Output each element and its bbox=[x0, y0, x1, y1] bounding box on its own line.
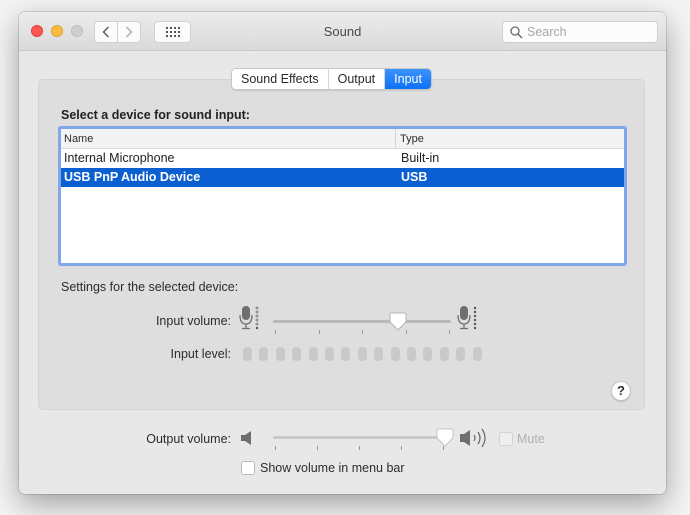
table-header: Name Type bbox=[61, 129, 624, 149]
input-level-label: Input level: bbox=[170, 347, 231, 361]
input-level-segment bbox=[472, 347, 482, 361]
input-level-segment bbox=[423, 347, 433, 361]
column-header-type[interactable]: Type bbox=[396, 129, 424, 148]
device-section-label: Select a device for sound input: bbox=[61, 108, 250, 122]
input-level-segment bbox=[259, 347, 269, 361]
input-level-segment bbox=[439, 347, 449, 361]
microphone-high-icon bbox=[457, 306, 477, 330]
device-name: Internal Microphone bbox=[64, 151, 175, 165]
input-level-segment bbox=[308, 347, 318, 361]
output-volume-thumb[interactable] bbox=[436, 428, 454, 447]
input-volume-slider[interactable] bbox=[273, 320, 451, 323]
search-field[interactable] bbox=[502, 21, 658, 43]
device-type: USB bbox=[401, 170, 428, 184]
settings-label: Settings for the selected device: bbox=[61, 280, 239, 294]
microphone-low-icon bbox=[239, 306, 259, 330]
speaker-high-icon bbox=[460, 428, 486, 448]
table-row-selected[interactable]: USB PnP Audio Device USB bbox=[61, 168, 624, 187]
input-level-segment bbox=[456, 347, 466, 361]
output-volume-slider[interactable] bbox=[273, 436, 445, 439]
column-header-name[interactable]: Name bbox=[61, 129, 396, 148]
help-button[interactable]: ? bbox=[611, 381, 631, 401]
device-table[interactable]: Name Type Internal Microphone Built-in U… bbox=[58, 126, 627, 266]
tab-input[interactable]: Input bbox=[385, 69, 431, 89]
device-type: Built-in bbox=[401, 151, 440, 165]
slider-tick bbox=[359, 446, 360, 450]
slider-tick bbox=[317, 446, 318, 450]
show-volume-label: Show volume in menu bar bbox=[260, 461, 405, 475]
slider-tick bbox=[318, 330, 320, 334]
slider-tick bbox=[362, 330, 363, 334]
sound-preferences-window: Sound Sound Effects Output Input Select … bbox=[19, 12, 666, 494]
input-level-segment bbox=[325, 347, 334, 361]
input-level-segment bbox=[243, 347, 252, 361]
input-level-segment bbox=[292, 347, 302, 361]
output-volume-label: Output volume: bbox=[146, 432, 231, 446]
tab-sound-effects[interactable]: Sound Effects bbox=[232, 69, 329, 89]
slider-tick bbox=[275, 446, 276, 450]
input-level-segment bbox=[275, 347, 285, 361]
input-level-segment bbox=[374, 347, 384, 361]
show-volume-checkbox[interactable] bbox=[241, 461, 255, 475]
slider-tick bbox=[449, 330, 450, 334]
mute-checkbox[interactable] bbox=[499, 432, 513, 446]
search-icon bbox=[510, 25, 523, 39]
search-input[interactable] bbox=[527, 25, 647, 39]
table-row[interactable]: Internal Microphone Built-in bbox=[61, 149, 624, 168]
input-level-segment bbox=[357, 347, 367, 361]
mute-label: Mute bbox=[517, 432, 545, 446]
input-level-segment bbox=[390, 347, 400, 361]
input-level-segment bbox=[407, 347, 416, 361]
slider-tick bbox=[275, 330, 276, 334]
titlebar: Sound bbox=[19, 12, 666, 51]
tab-bar: Sound Effects Output Input bbox=[231, 68, 432, 90]
input-volume-label: Input volume: bbox=[155, 314, 231, 328]
device-name: USB PnP Audio Device bbox=[64, 170, 201, 184]
slider-tick bbox=[401, 446, 402, 450]
speaker-low-icon bbox=[241, 431, 251, 445]
tab-output[interactable]: Output bbox=[328, 69, 386, 89]
input-level-segment bbox=[341, 347, 351, 361]
input-volume-thumb[interactable] bbox=[389, 312, 407, 331]
